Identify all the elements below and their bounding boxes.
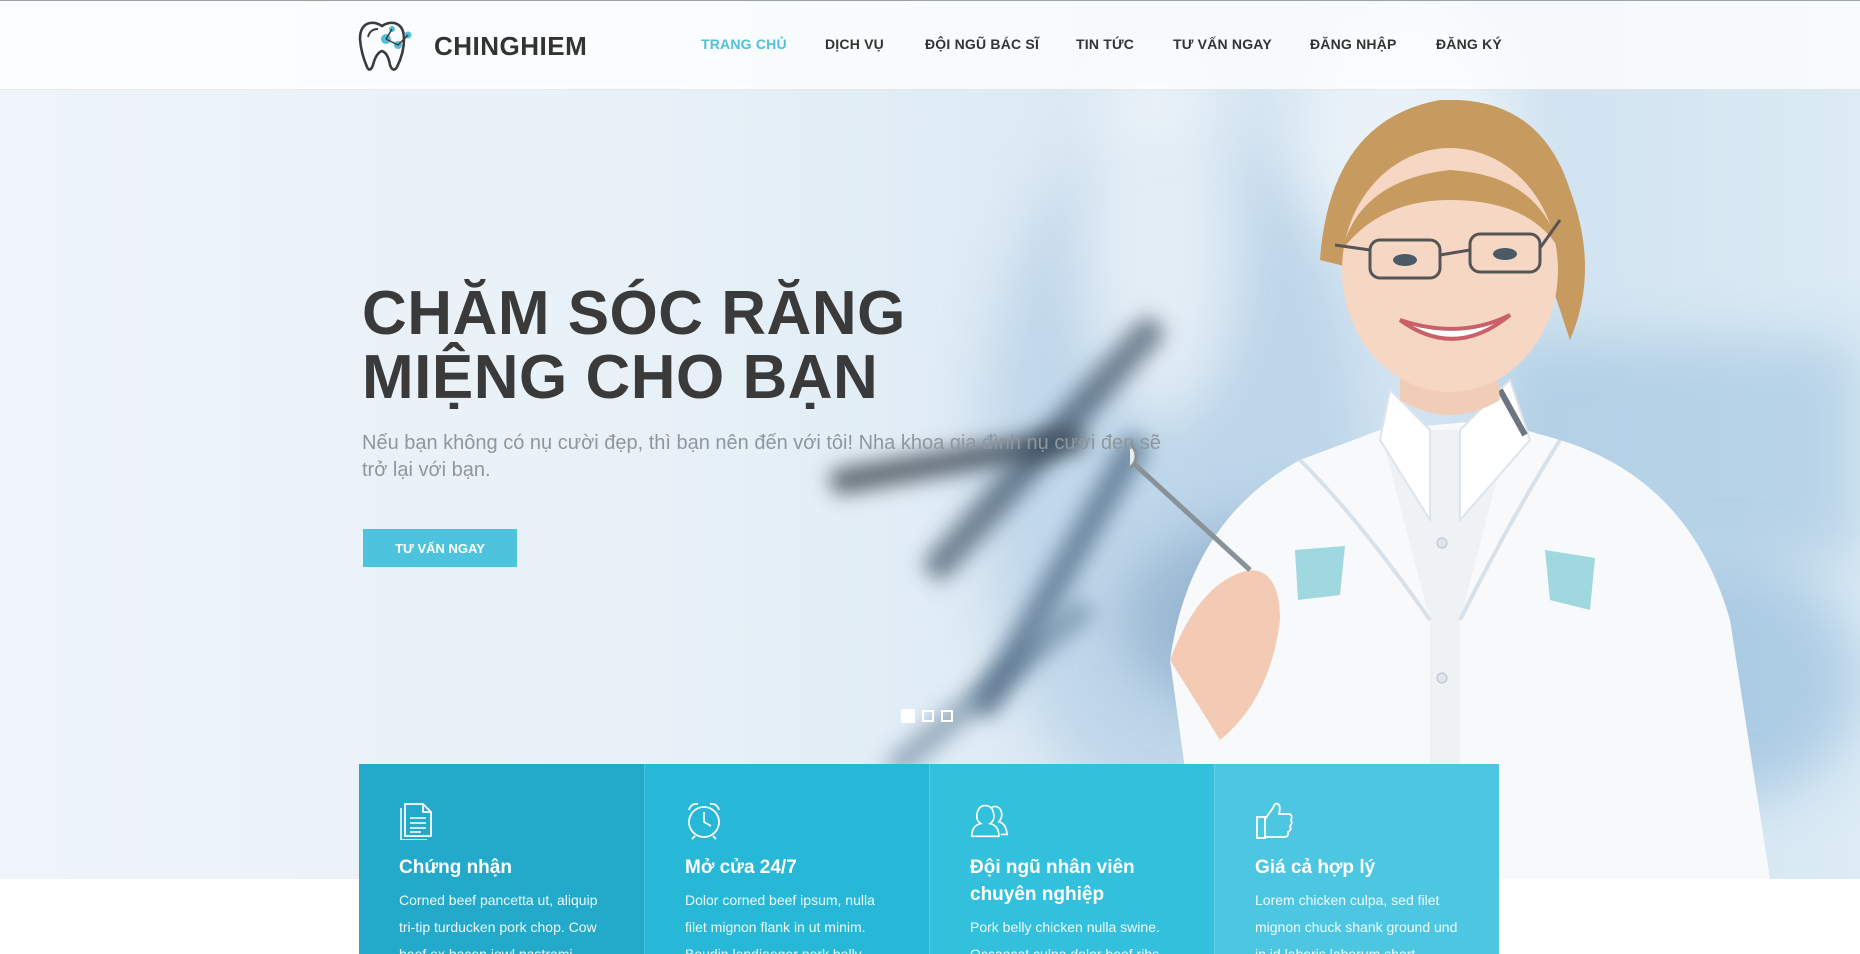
feature-title: Chứng nhận xyxy=(399,857,512,878)
hero-title-line: MIỆNG CHO BẠN xyxy=(362,343,879,412)
features-row: Chứng nhận Corned beef pancetta ut, aliq… xyxy=(359,764,1499,954)
alarm-clock-icon xyxy=(688,802,720,840)
nav-item-login[interactable]: ĐĂNG NHẬP xyxy=(1310,36,1397,52)
nav-item-doctors[interactable]: ĐỘI NGŨ BÁC SĨ xyxy=(925,36,1039,52)
feature-card-open-24-7: Mở cửa 24/7 Dolor corned beef ipsum, nul… xyxy=(644,764,929,954)
slider-dots xyxy=(901,709,953,723)
feature-text: Corned beef pancetta ut, aliquip tri-tip… xyxy=(399,892,598,954)
slider-dot-1[interactable] xyxy=(901,709,915,723)
nav-item-home[interactable]: TRANG CHỦ xyxy=(701,36,787,52)
main-nav: TRANG CHỦ DỊCH VỤ ĐỘI NGŨ BÁC SĨ TIN TỨC… xyxy=(0,1,1860,91)
hero-subtitle: Nếu bạn không có nụ cười đẹp, thì bạn nê… xyxy=(362,432,1161,481)
feature-text: Pork belly chicken nulla swine. Occaecat… xyxy=(970,919,1160,954)
feature-card-certification: Chứng nhận Corned beef pancetta ut, aliq… xyxy=(359,764,644,954)
hero-title: CHĂM SÓC RĂNG MIỆNG CHO BẠN xyxy=(362,282,1062,410)
slider-dot-3[interactable] xyxy=(941,710,953,722)
document-icon xyxy=(400,803,432,840)
feature-text: Dolor corned beef ipsum, nulla filet mig… xyxy=(685,892,875,954)
feature-title: Giá cả hợp lý xyxy=(1255,857,1376,878)
feature-title: Mở cửa 24/7 xyxy=(685,857,797,878)
feature-card-price: Giá cả hợp lý Lorem chicken culpa, sed f… xyxy=(1214,764,1499,954)
users-icon xyxy=(970,804,1008,838)
site-header: CHINGHIEM TRANG CHỦ DỊCH VỤ ĐỘI NGŨ BÁC … xyxy=(0,0,1860,90)
nav-item-consult[interactable]: TƯ VẤN NGAY xyxy=(1173,36,1272,52)
feature-text: Lorem chicken culpa, sed filet mignon ch… xyxy=(1255,892,1458,954)
thumbs-up-icon xyxy=(1256,802,1293,839)
slider-dot-2[interactable] xyxy=(922,710,934,722)
consult-now-button[interactable]: TƯ VẤN NGAY xyxy=(363,529,517,567)
nav-item-services[interactable]: DỊCH VỤ xyxy=(825,36,884,52)
feature-title: Đội ngũ nhân viên chuyên nghiệp xyxy=(970,857,1135,905)
nav-item-register[interactable]: ĐĂNG KÝ xyxy=(1436,36,1502,52)
feature-card-team: Đội ngũ nhân viên chuyên nghiệp Pork bel… xyxy=(929,764,1214,954)
nav-item-news[interactable]: TIN TỨC xyxy=(1076,36,1134,52)
dentist-image xyxy=(1130,100,1770,879)
hero-title-line: CHĂM SÓC RĂNG xyxy=(362,279,906,348)
